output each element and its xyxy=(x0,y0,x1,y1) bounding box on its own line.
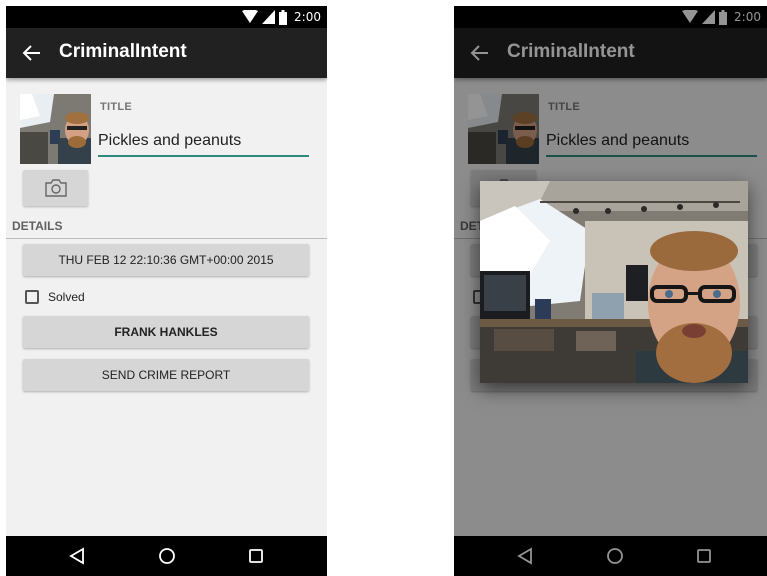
crime-detail-content: TITLE DETAILS THU FEB 12 22:10:36 GMT+00… xyxy=(6,78,327,536)
details-header: DETAILS xyxy=(12,219,63,233)
send-crime-report-button[interactable]: SEND CRIME REPORT xyxy=(23,359,309,391)
title-label: TITLE xyxy=(100,101,133,113)
home-circle-icon[interactable] xyxy=(158,547,176,565)
battery-icon xyxy=(279,9,288,25)
zoomed-photo-dialog[interactable] xyxy=(480,181,748,383)
crime-photo-thumbnail[interactable] xyxy=(20,94,91,164)
solved-label: Solved xyxy=(48,290,85,304)
crime-scene-photo-icon xyxy=(480,181,748,383)
app-bar: CriminalIntent xyxy=(6,28,327,78)
signal-icon xyxy=(262,10,276,24)
solved-checkbox[interactable] xyxy=(25,290,39,304)
camera-icon xyxy=(45,179,67,197)
details-divider xyxy=(6,238,327,239)
recents-square-icon[interactable] xyxy=(247,547,265,565)
wifi-icon xyxy=(242,10,259,23)
choose-suspect-button[interactable]: FRANK HANKLES xyxy=(23,316,309,348)
crime-date-button[interactable]: THU FEB 12 22:10:36 GMT+00:00 2015 xyxy=(23,244,309,276)
back-triangle-icon[interactable] xyxy=(68,547,86,565)
phone-screen-left: 2:00 CriminalIntent TITLE Pickles and pe… xyxy=(6,6,327,576)
status-time: 2:00 xyxy=(294,10,321,24)
navigation-bar xyxy=(6,536,327,576)
app-title: CriminalIntent xyxy=(59,41,187,62)
status-bar: 2:00 xyxy=(6,6,327,28)
crime-title-input[interactable] xyxy=(98,127,309,157)
take-photo-button[interactable] xyxy=(23,170,88,206)
arrow-left-icon[interactable] xyxy=(22,43,42,63)
solved-checkbox-row[interactable]: Solved xyxy=(25,288,85,306)
phone-screen-right: 2:00 CriminalIntent TITLE Pickles and pe… xyxy=(454,6,767,576)
